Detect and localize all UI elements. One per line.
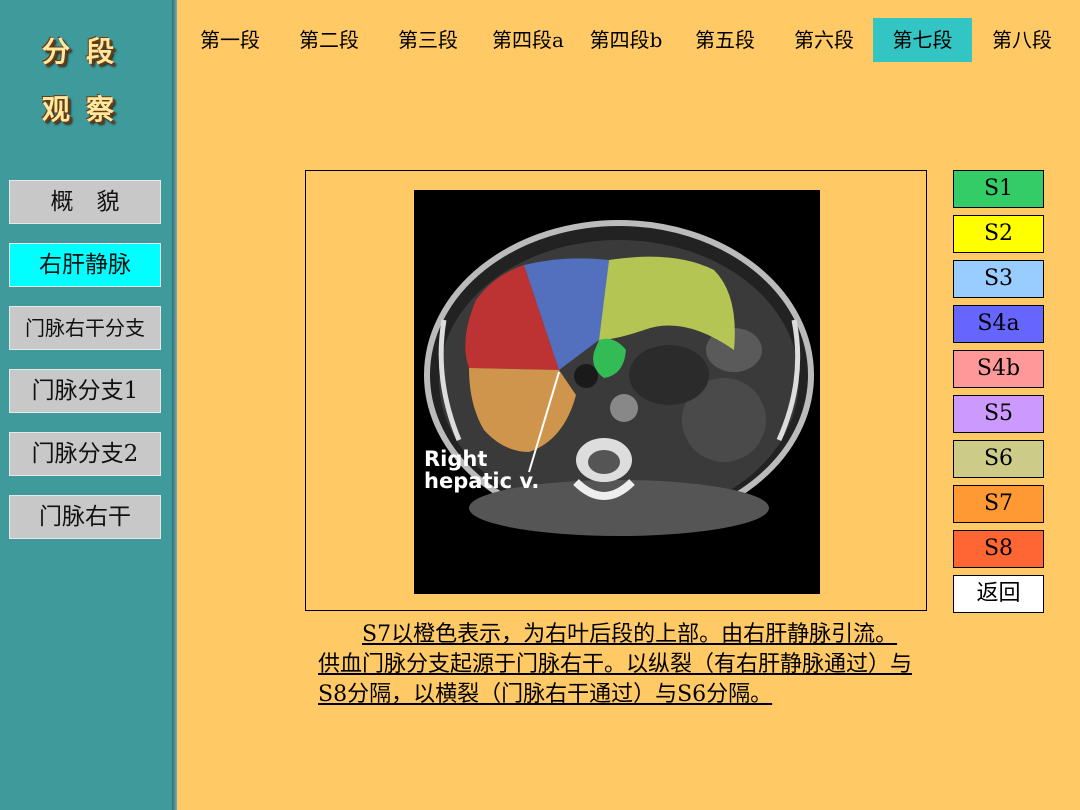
segment-button-s6[interactable]: S6 xyxy=(953,440,1044,478)
ct-scan-image: Right hepatic v. xyxy=(414,190,820,594)
description-caption: S7以橙色表示，为右叶后段的上部。由右肝静脉引流。供血门脉分支起源于门脉右干。以… xyxy=(318,622,913,707)
sidebar-button-portal-branch-1[interactable]: 门脉分支1 xyxy=(9,369,161,413)
tab-segment-6[interactable]: 第六段 xyxy=(784,18,864,62)
segment-button-s2[interactable]: S2 xyxy=(953,215,1044,253)
tab-segment-8[interactable]: 第八段 xyxy=(982,18,1062,62)
ct-scan-drawing: Right hepatic v. xyxy=(424,220,814,536)
segment-button-s5[interactable]: S5 xyxy=(953,395,1044,433)
segment-button-s4b[interactable]: S4b xyxy=(953,350,1044,388)
tab-segment-4b[interactable]: 第四段b xyxy=(580,18,672,62)
sidebar-button-portal-right-trunk[interactable]: 门脉右干 xyxy=(9,495,161,539)
sidebar-divider xyxy=(172,0,177,810)
segment-button-s3[interactable]: S3 xyxy=(953,260,1044,298)
sidebar-button-overview[interactable]: 概 貌 xyxy=(9,180,161,224)
tab-segment-3[interactable]: 第三段 xyxy=(388,18,468,62)
sidebar-title-line1: 分段 xyxy=(41,35,130,68)
segment-button-s4a[interactable]: S4a xyxy=(953,305,1044,343)
segment-button-s7[interactable]: S7 xyxy=(953,485,1044,523)
back-button[interactable]: 返回 xyxy=(953,575,1044,613)
ct-annotation-line1: Right xyxy=(424,447,487,471)
segment-button-s8[interactable]: S8 xyxy=(953,530,1044,568)
sidebar: 分段 观察 概 貌 右肝静脉 门脉右干分支 门脉分支1 门脉分支2 门脉右干 xyxy=(0,0,172,810)
segment-button-s1[interactable]: S1 xyxy=(953,170,1044,208)
sidebar-button-portal-right-trunk-branches[interactable]: 门脉右干分支 xyxy=(9,306,161,350)
tab-segment-7[interactable]: 第七段 xyxy=(873,18,972,62)
sidebar-title-line2: 观察 xyxy=(41,93,130,126)
ct-annotation-line2: hepatic v. xyxy=(424,469,539,493)
tab-segment-1[interactable]: 第一段 xyxy=(190,18,270,62)
tab-segment-4a[interactable]: 第四段a xyxy=(484,18,572,62)
sidebar-button-right-hepatic-vein[interactable]: 右肝静脉 xyxy=(9,243,161,287)
sidebar-button-portal-branch-2[interactable]: 门脉分支2 xyxy=(9,432,161,476)
tab-segment-5[interactable]: 第五段 xyxy=(685,18,765,62)
tab-segment-2[interactable]: 第二段 xyxy=(289,18,369,62)
